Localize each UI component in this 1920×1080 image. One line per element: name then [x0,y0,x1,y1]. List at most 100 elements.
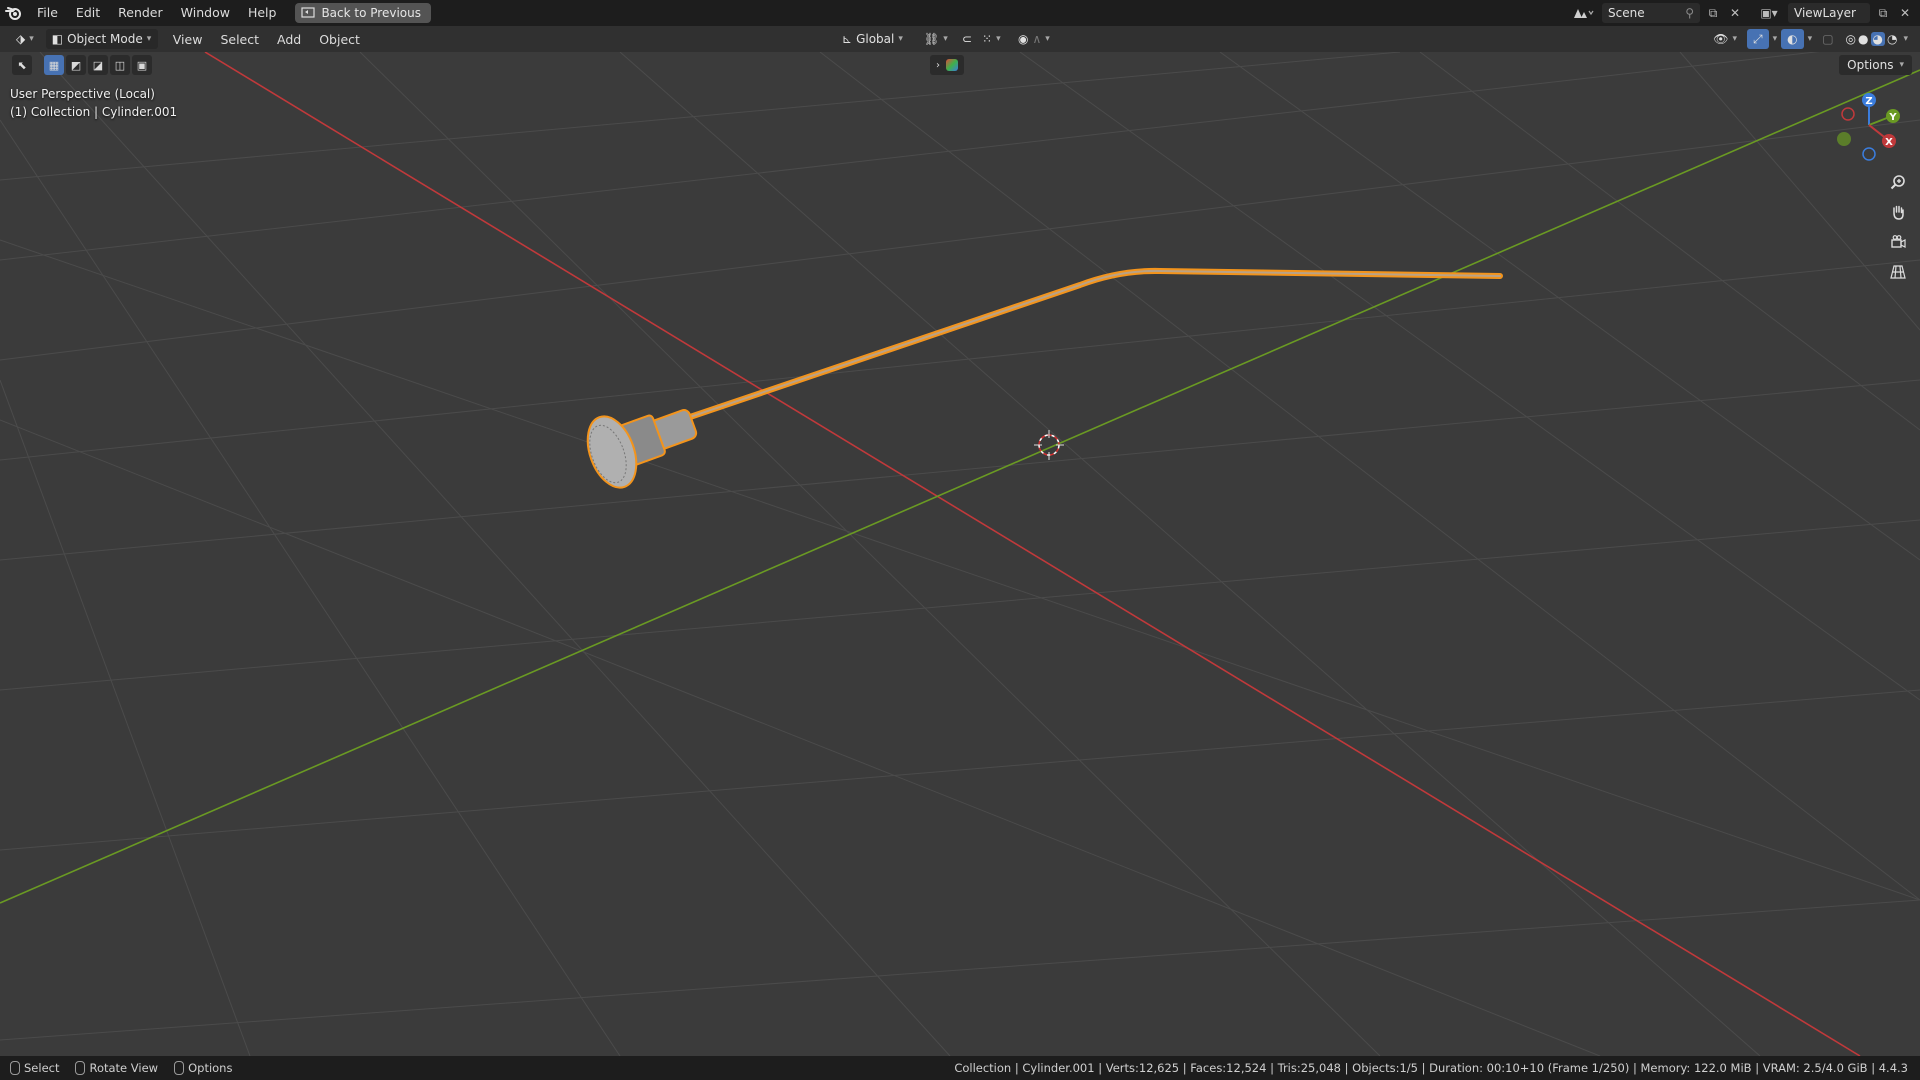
overlays-icon: ◐ [1787,32,1798,46]
snap-toggle[interactable]: ⊂ [956,29,978,49]
select-tool-button[interactable]: ⬉ [12,55,32,75]
mode-difference-button[interactable]: ◫ [110,55,130,75]
collection-info: (1) Collection | Cylinder.001 [10,105,178,119]
chevron-down-icon: ▾ [943,34,948,44]
gizmo-toggle[interactable]: ⤢ [1747,29,1769,49]
top-right-controls: Scene ⚲ ⧉ ✕ ▣▾ ViewLayer ⧉ ✕ [1568,0,1920,26]
chevron-down-icon: ▾ [1045,34,1050,44]
overlays-toggle[interactable]: ◐ [1781,29,1804,49]
grid-floor: Z Y X [0,52,1920,1056]
header-menu-add[interactable]: Add [268,32,310,47]
solid-shading-icon[interactable]: ● [1858,32,1868,46]
falloff-icon: ∧ [1032,32,1042,46]
new-view-layer-icon[interactable]: ⧉ [1874,4,1892,22]
menu-render[interactable]: Render [109,0,172,26]
3d-viewport[interactable]: Z Y X [0,52,1920,1056]
mode-subtract-button[interactable]: ◪ [88,55,108,75]
snap-target-dropdown[interactable]: ⁙ ▾ [976,29,1007,49]
pan-hand-icon[interactable] [1886,200,1910,224]
options-label: Options [1847,58,1894,72]
back-to-previous-button[interactable]: Back to Previous [295,3,431,23]
shading-chevron-icon[interactable]: ▾ [1903,34,1908,44]
transform-orientation-dropdown[interactable]: ⊾ Global ▾ [836,29,909,49]
select-extend-icon: ◩ [70,58,82,72]
material-shading-icon[interactable]: ◕ [1870,32,1885,46]
menu-window[interactable]: Window [172,0,239,26]
status-options: Options [174,1061,232,1075]
status-bar: Select Rotate View Options Collection | … [0,1056,1920,1080]
view-name: User Perspective (Local) [10,87,155,101]
zoom-icon[interactable] [1886,170,1910,194]
select-subtract-icon: ◪ [92,58,104,72]
chevron-down-icon: ▾ [996,34,1001,44]
snap-grid-icon: ⁙ [982,32,993,46]
header-menu-select[interactable]: Select [211,32,268,47]
delete-view-layer-icon[interactable]: ✕ [1896,4,1914,22]
menu-help[interactable]: Help [239,0,286,26]
viewport-header: ⬗ ▾ ◧ Object Mode ▾ View Select Add Objec… [0,26,1920,52]
menu-file[interactable]: File [28,0,67,26]
new-scene-icon[interactable]: ⧉ [1704,4,1722,22]
overlays-chevron-icon[interactable]: ▾ [1808,34,1813,44]
status-select-label: Select [24,1061,60,1075]
3d-viewport-icon: ⬗ [16,32,26,46]
pivot-dropdown[interactable]: ⛓ ▾ [918,29,954,49]
rendered-shading-icon[interactable]: ◔ [1887,32,1897,46]
mode-set-button[interactable]: ▦ [44,55,64,75]
pivot-icon: ⛓ [924,32,940,46]
view-layer-name: ViewLayer [1794,6,1856,20]
mouse-right-icon [174,1061,185,1075]
selection-mode-toolbar: ⬉ ▦ ◩ ◪ ◫ ▣ [12,55,152,75]
gizmo-chevron-icon[interactable]: ▾ [1773,34,1778,44]
camera-view-icon[interactable] [1886,230,1910,254]
options-dropdown[interactable]: Options ▾ [1839,55,1912,75]
view-layer-field[interactable]: ViewLayer [1788,3,1870,23]
orientation-icon: ⊾ [842,32,853,46]
view-layer-icon[interactable]: ▣▾ [1754,4,1784,22]
status-rotate: Rotate View [75,1061,158,1075]
chevron-down-icon: ▾ [146,34,152,44]
gizmo-y-label: Y [1888,112,1897,123]
xray-toggle[interactable]: ▢ [1816,29,1839,49]
visibility-dropdown[interactable]: 👁 ▾ [1707,29,1743,49]
chevron-right-icon: › [936,59,940,71]
material-ball-icon [946,59,958,71]
select-intersect-icon: ▣ [136,58,148,72]
gizmo-z-label: Z [1865,96,1872,107]
back-to-previous-label: Back to Previous [321,6,421,20]
proportional-icon: ◉ [1018,32,1029,46]
wireframe-shading-icon[interactable]: ◎ [1846,32,1856,46]
pin-icon[interactable]: ⚲ [1685,6,1694,20]
header-menu-object[interactable]: Object [310,32,369,47]
scene-icon[interactable] [1568,4,1598,22]
mode-label: Object Mode [67,32,143,46]
header-menu-view[interactable]: View [164,32,212,47]
mode-dropdown[interactable]: ◧ Object Mode ▾ [45,29,158,49]
delete-scene-icon[interactable]: ✕ [1726,4,1744,22]
mode-extend-button[interactable]: ◩ [66,55,86,75]
blender-logo-icon[interactable] [0,0,28,26]
asset-shelf-toggle[interactable]: › [930,55,964,75]
object-mode-icon: ◧ [51,32,64,46]
viewport-shading-controls: 👁 ▾ ⤢ ▾ ◐ ▾ ▢ ◎ ● ◕ ◔ ▾ [1707,29,1908,49]
chevron-down-icon: ▾ [898,34,903,44]
eye-icon: 👁 [1713,32,1729,46]
status-options-label: Options [188,1061,233,1075]
mouse-left-icon [10,1061,20,1075]
cursor-arrow-icon: ⬉ [17,58,27,72]
gizmo-neg-y-icon[interactable] [1837,132,1851,146]
proportional-edit-toggle[interactable]: ◉ ∧ ▾ [1012,29,1056,49]
scene-statistics: Collection | Cylinder.001 | Verts:12,625… [954,1061,1908,1075]
status-select: Select [10,1061,59,1075]
chevron-down-icon: ▾ [29,34,34,44]
gizmo-icon: ⤢ [1753,31,1763,46]
gizmo-x-label: X [1885,137,1893,148]
scene-field[interactable]: Scene ⚲ [1602,3,1700,23]
scene-name: Scene [1608,6,1645,20]
editor-type-dropdown[interactable]: ⬗ ▾ [10,29,40,49]
menu-edit[interactable]: Edit [67,0,109,26]
chevron-down-icon: ▾ [1899,60,1904,70]
mode-intersect-button[interactable]: ▣ [132,55,152,75]
select-difference-icon: ◫ [114,58,126,72]
perspective-toggle-icon[interactable] [1886,260,1910,284]
